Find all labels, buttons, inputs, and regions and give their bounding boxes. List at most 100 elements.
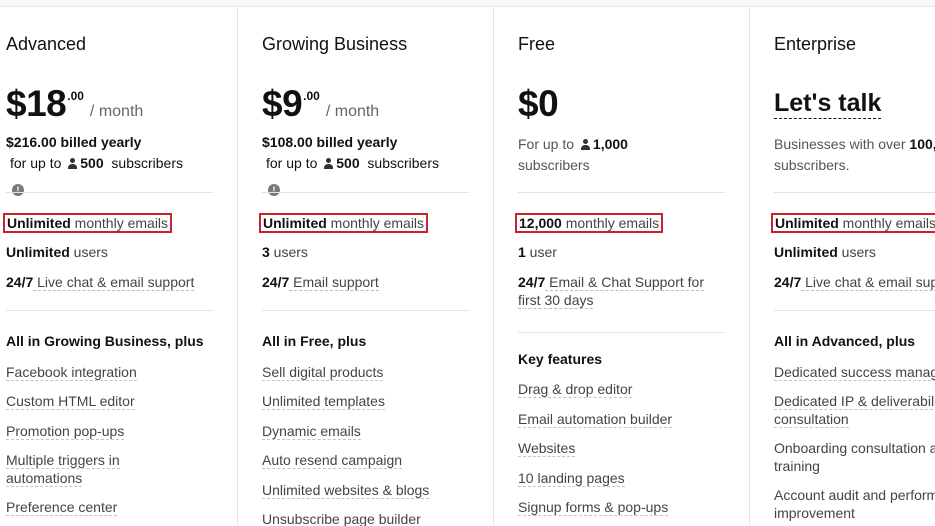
feature-item[interactable]: Facebook integration: [6, 363, 137, 381]
feature-item[interactable]: Dedicated success manager: [774, 363, 935, 381]
feature-item[interactable]: Auto resend campaign: [262, 451, 403, 469]
feature-item[interactable]: Websites: [518, 439, 576, 457]
feature-label: Dedicated IP & deliverability consultati…: [774, 393, 935, 428]
desc-suffix: subscribers.: [774, 157, 850, 173]
plan-price: $0: [518, 83, 559, 125]
billed-yearly: $108.00 billed yearly: [262, 134, 398, 150]
divider: [6, 310, 213, 311]
price-amount: $18: [6, 83, 67, 124]
feature-item[interactable]: Signup forms & pop-ups: [518, 498, 669, 516]
users-value: 3: [262, 244, 270, 260]
feature-item[interactable]: Onboarding consultation and training: [774, 439, 935, 475]
plan-card-advanced: Advanced $18.00 / month $216.00 billed ye…: [0, 7, 238, 526]
feature-label: Multiple triggers in automations: [6, 452, 120, 487]
emails-label: monthly emails: [838, 215, 935, 231]
support[interactable]: 24/7 Live chat & email support: [774, 273, 935, 291]
desc-count: 1,000: [592, 136, 628, 152]
features-title: All in Free, plus: [262, 333, 367, 349]
info-icon[interactable]: !: [268, 184, 280, 196]
support-label: Live chat & email support: [801, 274, 935, 291]
features-title: All in Growing Business, plus: [6, 333, 204, 349]
subscriber-limit: For up to 1,000 subscribers: [518, 134, 718, 176]
desc-count: 100,000: [909, 136, 935, 152]
feature-item[interactable]: Drag & drop editor: [518, 380, 633, 398]
price-period: / month: [325, 103, 380, 120]
price-amount: $0: [518, 83, 559, 124]
top-border: [0, 0, 935, 7]
feature-item[interactable]: 10 landing pages: [518, 469, 625, 487]
feature-label: Drag & drop editor: [518, 381, 633, 398]
monthly-emails: Unlimited monthly emails: [3, 213, 173, 233]
feature-label: Email automation builder: [518, 411, 673, 428]
feature-label: Unsubscribe page builder: [262, 511, 421, 526]
price-cents: .00: [303, 89, 320, 103]
feature-label: Unlimited templates: [262, 393, 385, 410]
subs-suffix: subscribers: [111, 155, 183, 171]
emails-value: 12,000: [519, 215, 562, 231]
feature-item[interactable]: Sell digital products: [262, 363, 384, 381]
divider: [518, 192, 725, 193]
plan-name: Enterprise: [774, 34, 857, 54]
feature-item[interactable]: Dynamic emails: [262, 422, 361, 440]
users: Unlimited users: [6, 243, 108, 261]
feature-item[interactable]: Unlimited websites & blogs: [262, 481, 430, 499]
support[interactable]: 24/7 Email support: [262, 273, 379, 291]
users-label: user: [525, 244, 557, 260]
users: Unlimited users: [774, 243, 876, 261]
plan-card-growing-business: Growing Business $9.00 / month $108.00 bi…: [238, 7, 494, 526]
feature-item[interactable]: Preference center: [6, 498, 118, 516]
support-value: 24/7: [6, 274, 34, 290]
lets-talk-link[interactable]: Let's talk: [774, 88, 882, 119]
users-value: 1: [518, 244, 526, 260]
feature-label: 10 landing pages: [518, 470, 625, 487]
features-title: All in Advanced, plus: [774, 333, 916, 349]
support-label: Live chat & email support: [33, 274, 195, 291]
users: 1 user: [518, 243, 557, 261]
feature-item[interactable]: Multiple triggers in automations: [6, 451, 156, 487]
desc-prefix: Businesses with over: [774, 136, 906, 152]
feature-item[interactable]: Unsubscribe page builder: [262, 510, 421, 526]
billed-yearly: $216.00 billed yearly: [6, 134, 142, 150]
emails-value: Unlimited: [7, 215, 71, 231]
emails-label: monthly emails: [561, 215, 660, 231]
monthly-emails: 12,000 monthly emails: [515, 213, 664, 233]
info-icon[interactable]: !: [12, 184, 24, 196]
feature-label: Account audit and performance improvemen…: [774, 487, 935, 521]
highlight-box: Unlimited monthly emails: [3, 213, 173, 233]
subscriber-limit: for up to 500 subscribers: [262, 155, 439, 171]
feature-label: Sell digital products: [262, 364, 384, 381]
plan-card-enterprise: Enterprise Let's talk Businesses with ov…: [750, 7, 935, 526]
feature-label: Custom HTML editor: [6, 393, 135, 410]
feature-item[interactable]: Account audit and performance improvemen…: [774, 486, 935, 522]
monthly-emails: Unlimited monthly emails: [771, 213, 935, 233]
feature-item[interactable]: Unlimited templates: [262, 392, 385, 410]
plan-price: $18.00 / month: [6, 83, 143, 125]
features-title: Key features: [518, 351, 603, 367]
person-icon: [67, 158, 78, 169]
feature-label: Preference center: [6, 499, 118, 516]
subs-prefix: for up to: [10, 155, 62, 171]
subs-prefix: for up to: [266, 155, 318, 171]
feature-label: Auto resend campaign: [262, 452, 403, 469]
subs-count: 500: [336, 155, 360, 171]
plan-name: Advanced: [6, 34, 87, 54]
support[interactable]: 24/7 Email & Chat Support for first 30 d…: [518, 273, 728, 309]
feature-label: Facebook integration: [6, 364, 137, 381]
support-value: 24/7: [262, 274, 290, 290]
feature-item[interactable]: Promotion pop-ups: [6, 422, 125, 440]
emails-label: monthly emails: [70, 215, 169, 231]
subs-suffix: subscribers: [367, 155, 439, 171]
feature-item[interactable]: Dedicated IP & deliverability consultati…: [774, 392, 935, 428]
feature-item[interactable]: Email automation builder: [518, 410, 673, 428]
desc-prefix: For up to: [518, 136, 575, 152]
users-label: users: [269, 244, 308, 260]
emails-label: monthly emails: [326, 215, 425, 231]
users-label: users: [69, 244, 108, 260]
highlight-box: 12,000 monthly emails: [515, 213, 664, 233]
divider: [262, 192, 469, 193]
feature-item[interactable]: Custom HTML editor: [6, 392, 135, 410]
support[interactable]: 24/7 Live chat & email support: [6, 273, 195, 291]
feature-label: Signup forms & pop-ups: [518, 499, 669, 516]
highlight-box: Unlimited monthly emails: [771, 213, 935, 233]
price-cents: .00: [67, 89, 84, 103]
